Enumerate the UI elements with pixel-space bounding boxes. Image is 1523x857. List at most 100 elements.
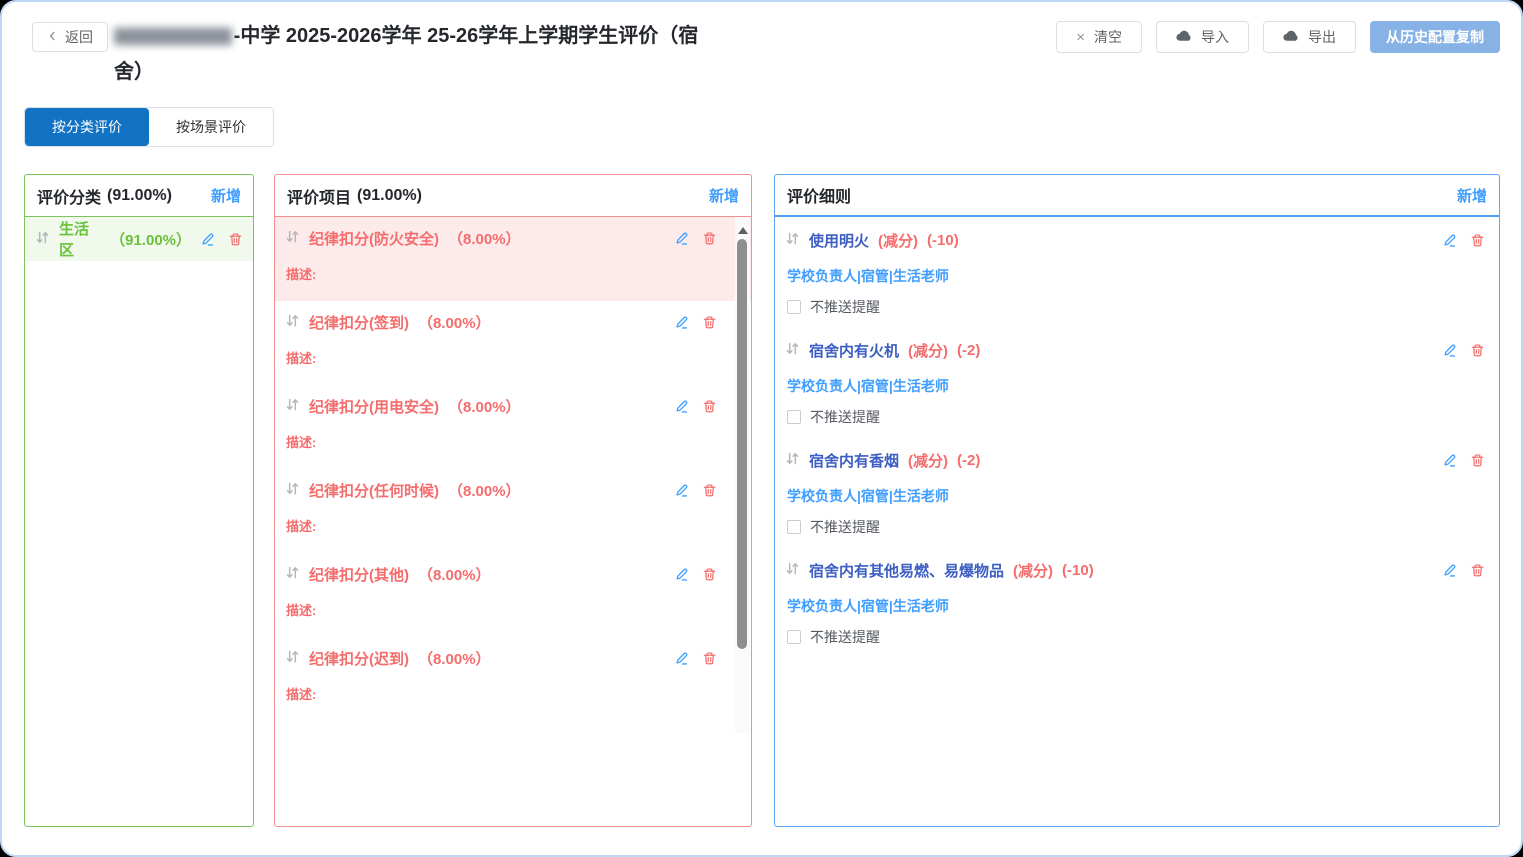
edit-icon[interactable] <box>1442 563 1457 578</box>
sort-handle-icon[interactable] <box>285 481 300 500</box>
project-list-item[interactable]: 纪律扣分(其他) （8.00%） 描述: <box>275 553 751 637</box>
edit-icon[interactable] <box>200 232 215 247</box>
rule-type: (减分) <box>908 340 948 361</box>
copy-from-history-label: 从历史配置复制 <box>1386 27 1484 47</box>
rules-add-button[interactable]: 新增 <box>1457 185 1487 206</box>
no-push-reminder-checkbox[interactable] <box>787 410 801 424</box>
delete-icon[interactable] <box>702 567 717 582</box>
clear-label: 清空 <box>1094 27 1122 47</box>
edit-icon[interactable] <box>674 483 689 498</box>
sort-handle-icon[interactable] <box>285 229 300 248</box>
project-list-item[interactable]: 纪律扣分(签到) （8.00%） 描述: <box>275 301 751 385</box>
sort-handle-icon[interactable] <box>785 561 800 580</box>
copy-from-history-button[interactable]: 从历史配置复制 <box>1370 21 1500 53</box>
project-panel: 评价项目 (91.00%) 新增 纪律扣分(防火安全) （8.00%） 描述: <box>274 174 752 827</box>
tab-by-category-label: 按分类评价 <box>52 117 122 137</box>
rule-name: 宿舍内有其他易燃、易爆物品 <box>809 560 1004 581</box>
scrollbar[interactable] <box>735 217 750 733</box>
no-push-reminder-label: 不推送提醒 <box>810 297 880 317</box>
sort-handle-icon[interactable] <box>285 397 300 416</box>
delete-icon[interactable] <box>1470 233 1485 248</box>
category-panel-header: 评价分类 (91.00%) 新增 <box>25 175 253 217</box>
project-panel-header: 评价项目 (91.00%) 新增 <box>275 175 751 217</box>
export-label: 导出 <box>1308 27 1336 47</box>
no-push-reminder-checkbox[interactable] <box>787 630 801 644</box>
project-panel-title: 评价项目 <box>287 184 351 208</box>
rule-list-item[interactable]: 宿舍内有火机 (减分) (-2) 学校负责人|宿管|生活老师 不推送提醒 <box>775 327 1499 437</box>
sort-handle-icon[interactable] <box>285 649 300 668</box>
project-desc-label: 描述: <box>286 264 717 283</box>
project-percent: （8.00%） <box>418 648 491 669</box>
category-percent: （91.00%） <box>110 229 191 250</box>
category-list-item[interactable]: 生活区 （91.00%） <box>25 217 253 261</box>
close-icon: × <box>1076 30 1085 45</box>
category-add-button[interactable]: 新增 <box>211 185 241 206</box>
cloud-icon <box>1176 29 1192 45</box>
tab-by-scene[interactable]: 按场景评价 <box>149 108 273 146</box>
project-percent: （8.00%） <box>418 564 491 585</box>
project-add-button[interactable]: 新增 <box>709 185 739 206</box>
page: 返回 ▇▇▇▇▇▇▇▇▇-中学 2025-2026学年 25-26学年上学期学生… <box>0 0 1523 857</box>
category-panel-percent: (91.00%) <box>107 187 172 205</box>
sort-handle-icon[interactable] <box>785 451 800 470</box>
no-push-reminder-checkbox[interactable] <box>787 520 801 534</box>
import-label: 导入 <box>1201 27 1229 47</box>
delete-icon[interactable] <box>228 232 243 247</box>
project-percent: （8.00%） <box>448 396 521 417</box>
rule-score: (-10) <box>1062 562 1094 579</box>
clear-button[interactable]: × 清空 <box>1056 21 1142 53</box>
rule-roles: 学校负责人|宿管|生活老师 <box>787 376 1485 396</box>
edit-icon[interactable] <box>674 231 689 246</box>
project-list-item[interactable]: 纪律扣分(用电安全) （8.00%） 描述: <box>275 385 751 469</box>
project-panel-percent: (91.00%) <box>357 187 422 205</box>
project-name: 纪律扣分(任何时候) <box>309 480 439 501</box>
rule-list-item[interactable]: 宿舍内有香烟 (减分) (-2) 学校负责人|宿管|生活老师 不推送提醒 <box>775 437 1499 547</box>
delete-icon[interactable] <box>702 651 717 666</box>
no-push-reminder-checkbox[interactable] <box>787 300 801 314</box>
sort-handle-icon[interactable] <box>285 313 300 332</box>
import-button[interactable]: 导入 <box>1156 21 1249 53</box>
scrollbar-thumb[interactable] <box>737 239 747 649</box>
school-name-redacted: ▇▇▇▇▇▇▇▇▇ <box>114 18 232 54</box>
delete-icon[interactable] <box>702 399 717 414</box>
delete-icon[interactable] <box>1470 343 1485 358</box>
delete-icon[interactable] <box>1470 563 1485 578</box>
project-list-item[interactable]: 纪律扣分(防火安全) （8.00%） 描述: <box>275 217 751 301</box>
rule-score: (-2) <box>957 342 980 359</box>
export-button[interactable]: 导出 <box>1263 21 1356 53</box>
edit-icon[interactable] <box>674 567 689 582</box>
category-panel: 评价分类 (91.00%) 新增 生活区 （91.00%） <box>24 174 254 827</box>
rule-roles: 学校负责人|宿管|生活老师 <box>787 596 1485 616</box>
sort-handle-icon[interactable] <box>785 231 800 250</box>
edit-icon[interactable] <box>674 651 689 666</box>
rule-roles: 学校负责人|宿管|生活老师 <box>787 266 1485 286</box>
sort-handle-icon[interactable] <box>35 230 50 249</box>
rule-list-item[interactable]: 宿舍内有其他易燃、易爆物品 (减分) (-10) 学校负责人|宿管|生活老师 不… <box>775 547 1499 657</box>
sort-handle-icon[interactable] <box>785 341 800 360</box>
edit-icon[interactable] <box>1442 453 1457 468</box>
edit-icon[interactable] <box>1442 343 1457 358</box>
rules-panel-title: 评价细则 <box>787 183 851 207</box>
rule-name: 宿舍内有香烟 <box>809 450 899 471</box>
category-name: 生活区 <box>59 218 101 260</box>
page-title: ▇▇▇▇▇▇▇▇▇-中学 2025-2026学年 25-26学年上学期学生评价（… <box>114 18 714 90</box>
rule-list-item[interactable]: 使用明火 (减分) (-10) 学校负责人|宿管|生活老师 不推送提醒 <box>775 217 1499 327</box>
evaluation-mode-tabs: 按分类评价 按场景评价 <box>24 107 274 147</box>
edit-icon[interactable] <box>674 315 689 330</box>
sort-handle-icon[interactable] <box>285 565 300 584</box>
edit-icon[interactable] <box>1442 233 1457 248</box>
scrollbar-up-arrow-icon[interactable] <box>738 222 748 234</box>
delete-icon[interactable] <box>702 483 717 498</box>
tab-by-category[interactable]: 按分类评价 <box>25 108 149 146</box>
project-desc-label: 描述: <box>286 516 717 535</box>
project-list-item[interactable]: 纪律扣分(迟到) （8.00%） 描述: <box>275 637 751 721</box>
edit-icon[interactable] <box>674 399 689 414</box>
rules-panel-header: 评价细则 新增 <box>775 175 1499 217</box>
project-list-item[interactable]: 纪律扣分(任何时候) （8.00%） 描述: <box>275 469 751 553</box>
back-button[interactable]: 返回 <box>32 22 108 52</box>
delete-icon[interactable] <box>1470 453 1485 468</box>
project-desc-label: 描述: <box>286 432 717 451</box>
delete-icon[interactable] <box>702 315 717 330</box>
category-panel-title: 评价分类 <box>37 184 101 208</box>
delete-icon[interactable] <box>702 231 717 246</box>
